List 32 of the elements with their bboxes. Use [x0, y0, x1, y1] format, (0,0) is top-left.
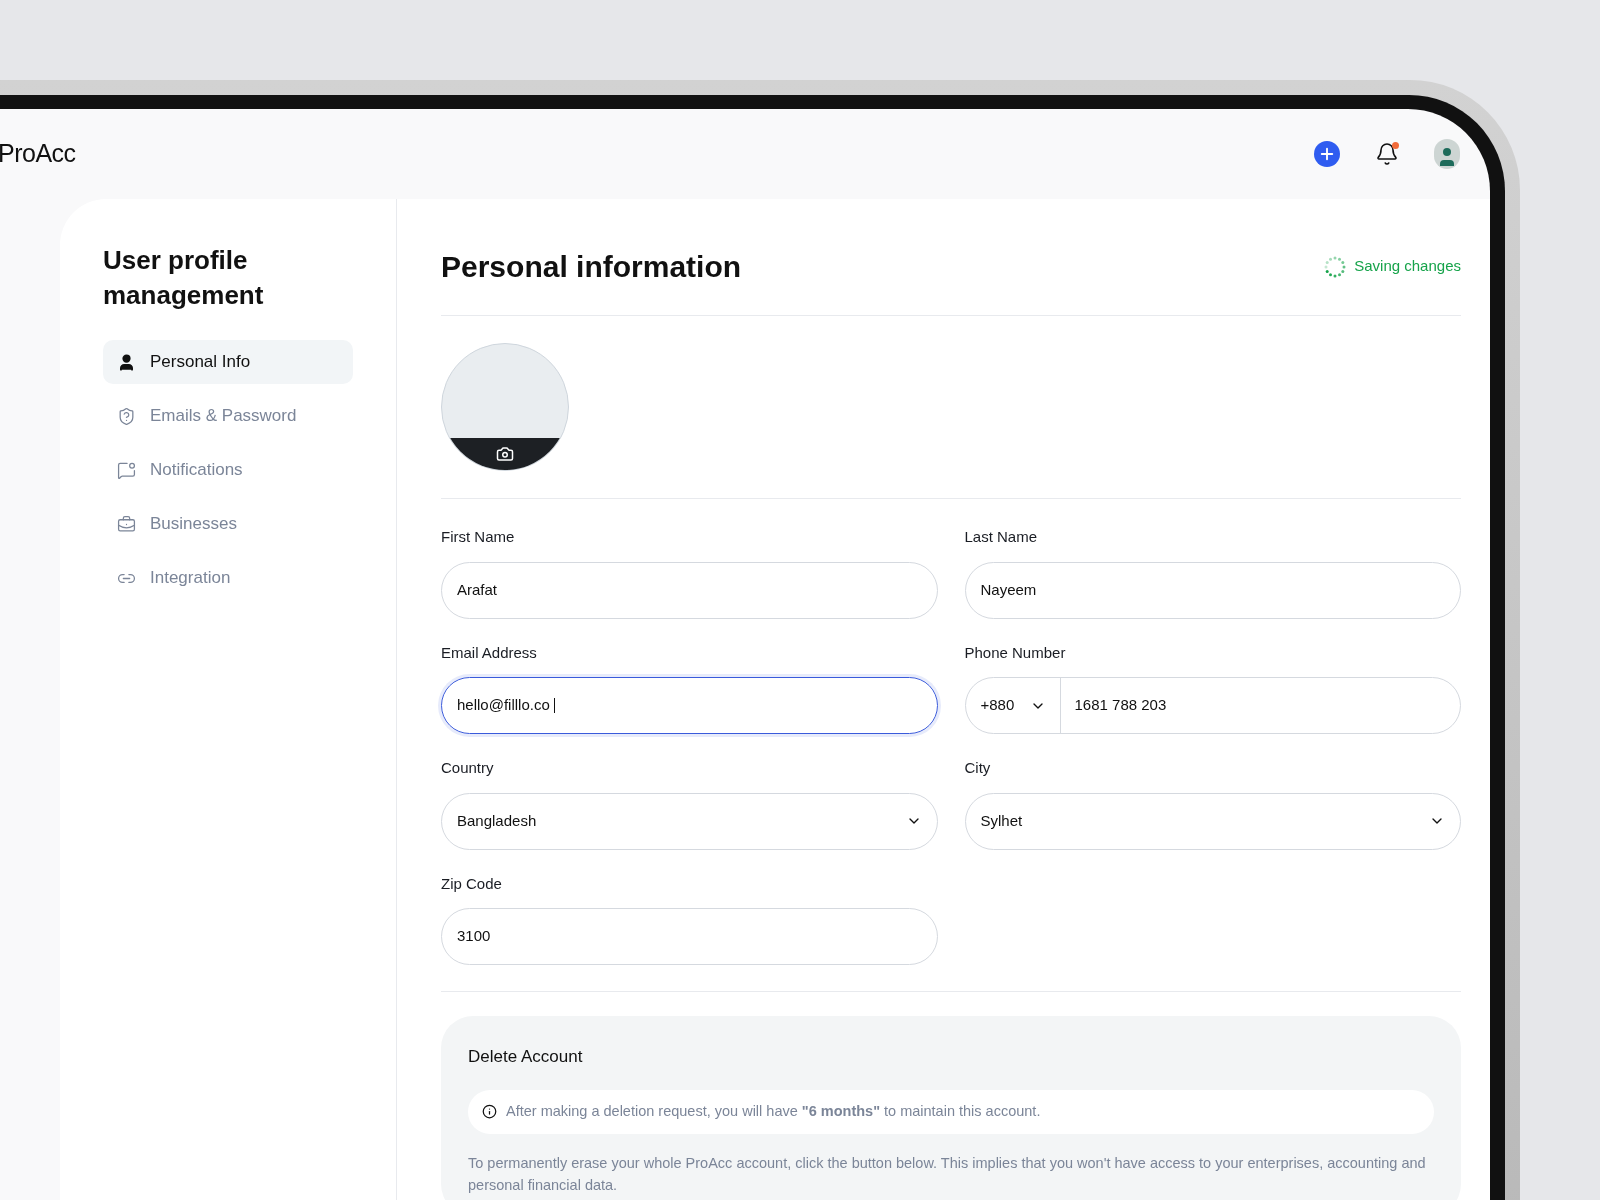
- field-label: City: [964, 758, 992, 778]
- plus-icon: [1318, 145, 1336, 163]
- app-logo[interactable]: ProAcc: [0, 135, 76, 173]
- user-avatar[interactable]: [1434, 139, 1460, 169]
- sidebar-item[interactable]: Businesses: [103, 502, 353, 546]
- field-label: Email Address: [441, 642, 538, 663]
- add-button[interactable]: [1314, 141, 1340, 167]
- notification-bell-icon[interactable]: [1374, 141, 1400, 167]
- message-icon: [117, 460, 136, 480]
- country-code-select[interactable]: +880: [980, 694, 1015, 717]
- section-title: Delete Account: [468, 1046, 584, 1068]
- field-label: Phone Number: [964, 642, 1067, 663]
- saving-status: Saving changes: [1354, 256, 1461, 277]
- sidebar-item[interactable]: Notifications: [103, 448, 353, 492]
- sidebar-item[interactable]: Emails & Password: [103, 394, 353, 438]
- camera-icon[interactable]: [496, 445, 514, 463]
- field-label: Last Name: [964, 527, 1039, 547]
- phone-number-value: 1681 788 203: [1073, 695, 1167, 716]
- field-label: Country: [441, 758, 495, 778]
- delete-description: To permanently erase your whole ProAcc account, click the button below. This implies that you won't have access to your enterprises, accounting and personal financial data.: [468, 1153, 1427, 1195]
- info-icon: [482, 1104, 497, 1119]
- briefcase-icon: [117, 514, 136, 534]
- field-label: First Name: [441, 527, 516, 547]
- sidebar-item[interactable]: Integration: [103, 556, 353, 600]
- page-title: Personal information: [441, 249, 742, 285]
- sidebar-title: User profile management: [103, 244, 265, 312]
- notice-text: After making a deletion request, you will have "6 months" to maintain this account.: [506, 1101, 1041, 1121]
- shield-icon: [117, 406, 136, 426]
- user-icon: [117, 352, 136, 372]
- sidebar-item[interactable]: Personal Info: [103, 340, 353, 384]
- field-label: Zip Code: [441, 873, 503, 894]
- spinner-icon: [1324, 255, 1347, 278]
